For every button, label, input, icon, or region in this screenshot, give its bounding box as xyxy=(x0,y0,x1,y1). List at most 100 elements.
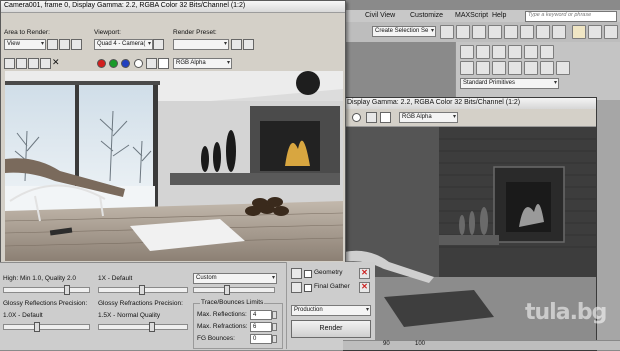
soft-shadows-slider[interactable] xyxy=(98,285,188,295)
window-frame-top xyxy=(5,81,160,85)
watermark-logo: tula.bg xyxy=(525,300,607,325)
edit-region-icon[interactable] xyxy=(47,39,58,50)
alpha-channel-toggle[interactable] xyxy=(134,59,143,68)
green-channel-toggle[interactable] xyxy=(109,59,118,68)
geometry-lock-icon[interactable] xyxy=(291,268,302,279)
glossy-refractions-value: 1.5X - Normal Quality xyxy=(98,312,161,319)
final-gather-slider[interactable] xyxy=(193,285,275,295)
glossy-reflections-slider[interactable] xyxy=(3,322,90,332)
custom-dropdown[interactable]: Custom xyxy=(193,273,277,284)
fg-bounces-spinner[interactable]: 0 xyxy=(250,334,277,344)
frame-window-title: Camera001, frame 0, Display Gamma: 2.2, … xyxy=(4,2,246,9)
monochrome-toggle[interactable] xyxy=(366,112,377,123)
fg-bounces-label: FG Bounces: xyxy=(197,335,235,342)
area-to-render-dropdown[interactable]: View xyxy=(4,39,46,50)
rendered-image xyxy=(5,71,343,261)
motion-tab-icon[interactable] xyxy=(508,45,522,59)
spacewarps-icon[interactable] xyxy=(540,61,554,75)
ruler-tick: 90 xyxy=(383,341,390,347)
final-gather-label: Final Gather xyxy=(314,283,350,290)
toolbar-button[interactable] xyxy=(552,25,566,39)
monochrome-toggle[interactable] xyxy=(146,58,157,69)
environment-icon[interactable] xyxy=(243,39,254,50)
production-dropdown[interactable]: Production xyxy=(291,305,371,316)
auto-region-icon[interactable] xyxy=(59,39,70,50)
toolbar-button[interactable] xyxy=(520,25,534,39)
glossy-refractions-slider[interactable] xyxy=(98,322,188,332)
toolbar-button[interactable] xyxy=(504,25,518,39)
main-toolbar: Create Selection Se xyxy=(340,22,620,42)
region-lock-icon[interactable] xyxy=(71,39,82,50)
slider-thumb[interactable] xyxy=(149,322,155,332)
geometry-clear-icon[interactable]: ✕ xyxy=(359,268,370,279)
max-reflections-label: Max. Reflections: xyxy=(197,311,247,318)
toolbar-button[interactable] xyxy=(456,25,470,39)
second-frame-title: Display Gamma: 2.2, RGBA Color 32 Bits/C… xyxy=(347,99,521,106)
second-frame-toolbar: RGB Alpha xyxy=(344,109,596,127)
geometry-icon[interactable] xyxy=(460,61,474,75)
toolbar-button[interactable] xyxy=(488,25,502,39)
render-setup-icon[interactable] xyxy=(231,39,242,50)
clear-close-icon[interactable]: ✕ xyxy=(52,57,60,68)
lock-viewport-icon[interactable] xyxy=(153,39,164,50)
utilities-tab-icon[interactable] xyxy=(540,45,554,59)
cameras-icon[interactable] xyxy=(508,61,522,75)
toolbar-button[interactable] xyxy=(536,25,550,39)
teapot-render-icon[interactable] xyxy=(572,25,586,39)
viewport-dropdown[interactable]: Quad 4 - Camera( xyxy=(94,39,153,50)
image-precision-slider[interactable] xyxy=(3,285,90,295)
geometry-checkbox[interactable] xyxy=(304,270,312,278)
helpers-icon[interactable] xyxy=(524,61,538,75)
menu-item[interactable]: Customize xyxy=(410,12,443,19)
display-tab-icon[interactable] xyxy=(524,45,538,59)
channel-dropdown[interactable]: RGB Alpha xyxy=(173,58,232,69)
slider-thumb[interactable] xyxy=(64,285,70,295)
glossy-reflections-value: 1.0X - Default xyxy=(3,312,43,319)
render-button[interactable]: Render xyxy=(291,320,371,338)
alpha-channel-toggle[interactable] xyxy=(352,113,361,122)
multiplier-value: 1X - Default xyxy=(98,275,133,282)
blue-channel-toggle[interactable] xyxy=(121,59,130,68)
render-preset-dropdown[interactable] xyxy=(173,39,229,50)
menu-item[interactable]: Civil View xyxy=(365,12,395,19)
hierarchy-tab-icon[interactable] xyxy=(492,45,506,59)
slider-thumb[interactable] xyxy=(224,285,230,295)
toolbar-button[interactable] xyxy=(440,25,454,39)
geometry-label: Geometry xyxy=(314,269,343,276)
trace-bounces-group: Trace/Bounces Limits Max. Reflections: 4… xyxy=(193,299,283,349)
shapes-icon[interactable] xyxy=(476,61,490,75)
menu-item[interactable]: MAXScript xyxy=(455,12,488,19)
slider-thumb[interactable] xyxy=(139,285,145,295)
search-input[interactable]: Type a keyword or phrase xyxy=(525,11,617,22)
save-image-icon[interactable] xyxy=(4,58,15,69)
primitives-dropdown[interactable]: Standard Primitives xyxy=(460,78,559,89)
selection-set-dropdown[interactable]: Create Selection Se xyxy=(372,26,436,37)
watermark-text: tula.bg xyxy=(525,300,607,325)
frame-window-title-bar: Camera001, frame 0, Display Gamma: 2.2, … xyxy=(1,1,345,13)
toolbar-button[interactable] xyxy=(472,25,486,39)
trace-bounces-label: Trace/Bounces Limits xyxy=(200,299,265,306)
create-tab-icon[interactable] xyxy=(460,45,474,59)
render-frame-icon[interactable] xyxy=(588,25,602,39)
systems-icon[interactable] xyxy=(556,61,570,75)
clear-button[interactable] xyxy=(380,112,391,123)
final-gather-checkbox[interactable] xyxy=(304,284,312,292)
clear-button[interactable] xyxy=(158,58,169,69)
max-reflections-spinner[interactable]: 4 xyxy=(250,310,277,320)
modify-tab-icon[interactable] xyxy=(476,45,490,59)
channel-dropdown[interactable]: RGB Alpha xyxy=(399,112,458,123)
red-channel-toggle[interactable] xyxy=(97,59,106,68)
image-precision-value: High: Min 1.0, Quality 2.0 xyxy=(3,275,76,282)
max-refractions-spinner[interactable]: 6 xyxy=(250,322,277,332)
copy-image-icon[interactable] xyxy=(16,58,27,69)
print-image-icon[interactable] xyxy=(40,58,51,69)
slider-thumb[interactable] xyxy=(34,322,40,332)
second-frame-title-bar: Display Gamma: 2.2, RGBA Color 32 Bits/C… xyxy=(344,98,596,109)
fireplace-bench xyxy=(170,173,340,185)
menu-item[interactable]: Help xyxy=(492,12,506,19)
quick-render-icon[interactable] xyxy=(604,25,618,39)
lights-icon[interactable] xyxy=(492,61,506,75)
final-gather-lock-icon[interactable] xyxy=(291,282,302,293)
final-gather-clear-icon[interactable]: ✕ xyxy=(359,282,370,293)
clone-frame-icon[interactable] xyxy=(28,58,39,69)
